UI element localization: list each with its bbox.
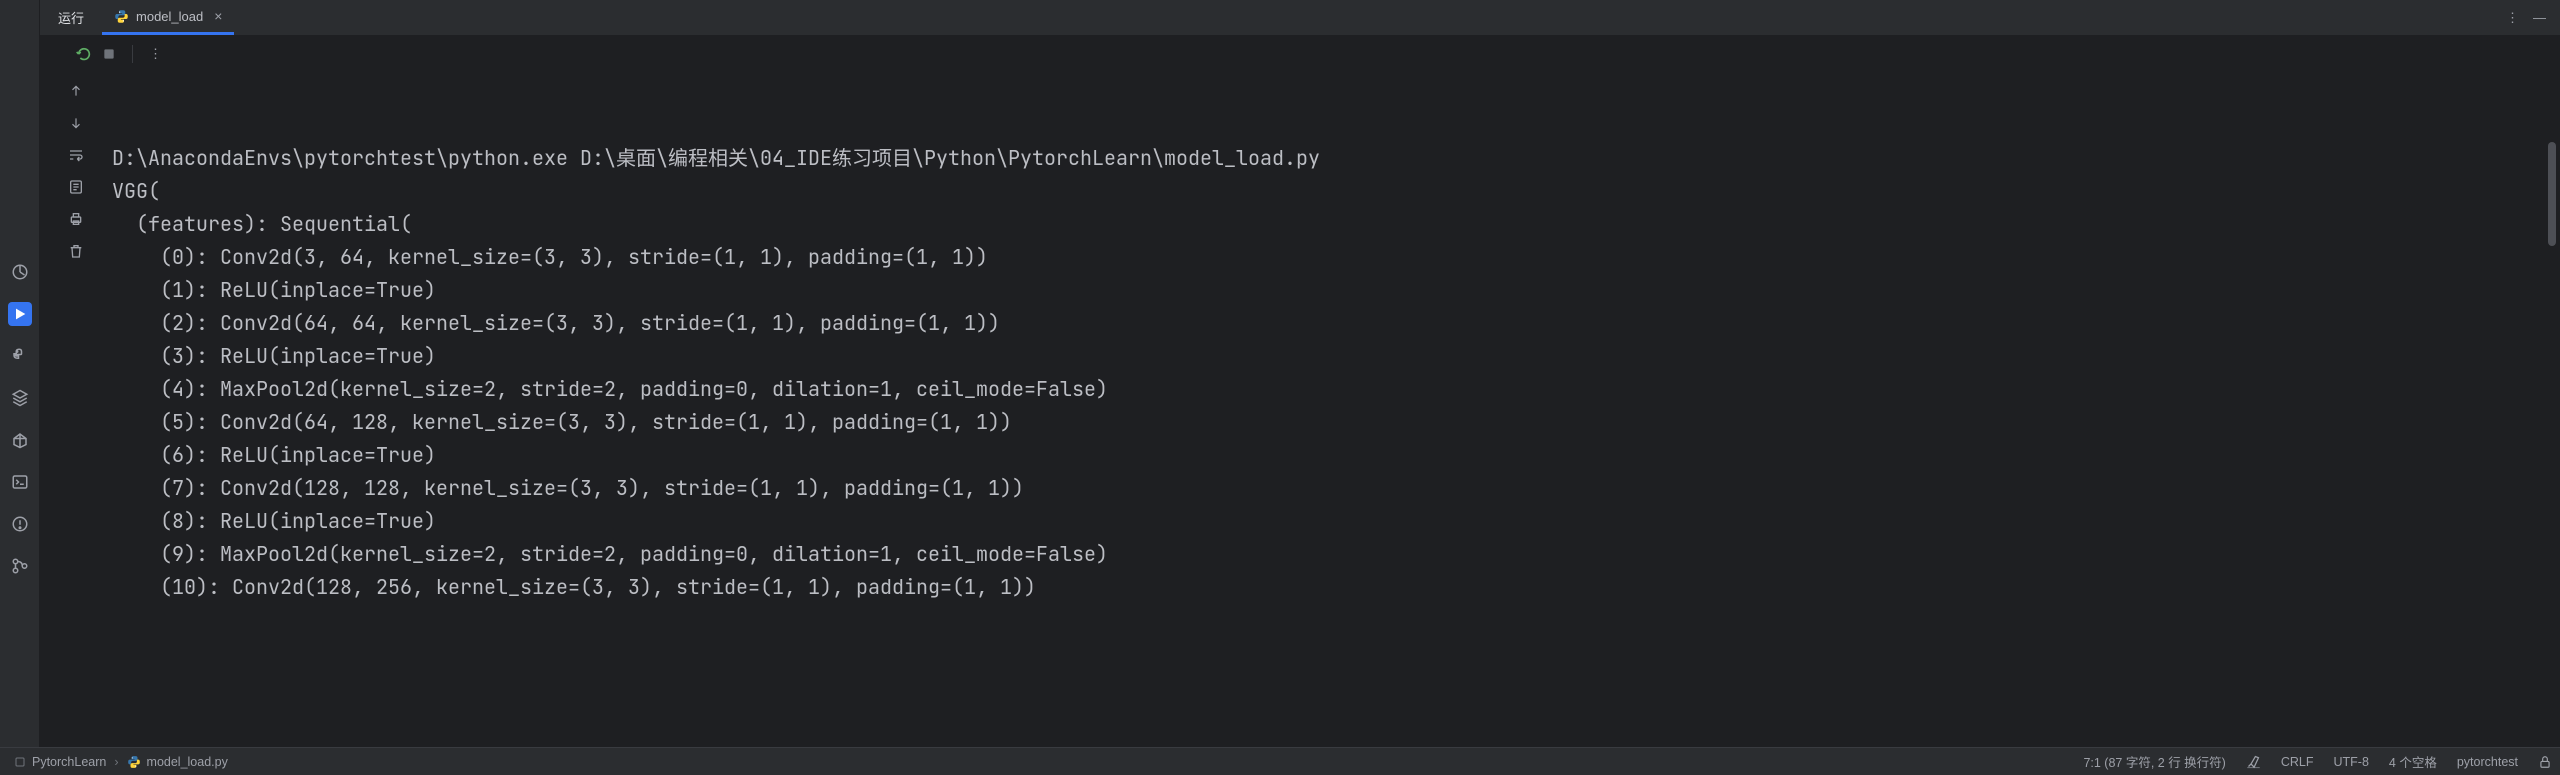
current-file[interactable]: model_load.py xyxy=(147,755,228,769)
minimize-icon[interactable]: — xyxy=(2533,10,2546,25)
more-vertical-icon[interactable]: ⋮ xyxy=(149,46,162,62)
profiler-icon[interactable] xyxy=(8,260,32,284)
python-console-icon[interactable] xyxy=(8,344,32,368)
scrollbar-thumb[interactable] xyxy=(2548,142,2556,246)
console-line: (10): Conv2d(128, 256, kernel_size=(3, 3… xyxy=(112,571,2560,604)
vcs-icon[interactable] xyxy=(8,554,32,578)
console-line: (9): MaxPool2d(kernel_size=2, stride=2, … xyxy=(112,538,2560,571)
problems-icon[interactable] xyxy=(8,512,32,536)
console-gutter xyxy=(40,72,112,747)
soft-wrap-icon[interactable] xyxy=(65,144,87,166)
run-panel-label: 运行 xyxy=(40,0,102,35)
console-line: (1): ReLU(inplace=True) xyxy=(112,274,2560,307)
print-icon[interactable] xyxy=(65,208,87,230)
file-encoding[interactable]: UTF-8 xyxy=(2334,755,2369,769)
console-line: (8): ReLU(inplace=True) xyxy=(112,505,2560,538)
console-line: (3): ReLU(inplace=True) xyxy=(112,340,2560,373)
cursor-position[interactable]: 7:1 (87 字符, 2 行 换行符) xyxy=(2083,752,2225,771)
console-line: (4): MaxPool2d(kernel_size=2, stride=2, … xyxy=(112,373,2560,406)
console-output[interactable]: D:\AnacondaEnvs\pytorchtest\python.exe D… xyxy=(112,72,2560,747)
indent-setting[interactable]: 4 个空格 xyxy=(2389,752,2437,771)
console-line: (features): Sequential( xyxy=(112,208,2560,241)
stop-icon[interactable] xyxy=(102,47,116,61)
lock-icon[interactable] xyxy=(2538,755,2552,769)
run-tab-bar: 运行 model_load × ⋮ — xyxy=(40,0,2560,36)
run-icon[interactable] xyxy=(8,302,32,326)
more-vertical-icon[interactable]: ⋮ xyxy=(2506,10,2519,26)
console-line: VGG( xyxy=(112,175,2560,208)
scrollbar[interactable] xyxy=(2548,76,2558,747)
python-file-icon xyxy=(114,9,129,24)
console-line: (7): Conv2d(128, 128, kernel_size=(3, 3)… xyxy=(112,472,2560,505)
terminal-icon[interactable] xyxy=(8,470,32,494)
left-tool-rail xyxy=(0,0,40,747)
python-interpreter[interactable]: pytorchtest xyxy=(2457,755,2518,769)
console-line: D:\AnacondaEnvs\pytorchtest\python.exe D… xyxy=(112,142,2560,175)
arrow-up-icon[interactable] xyxy=(65,80,87,102)
highlight-icon[interactable] xyxy=(2246,754,2261,769)
tab-model-load[interactable]: model_load × xyxy=(102,0,234,35)
console-line: (0): Conv2d(3, 64, kernel_size=(3, 3), s… xyxy=(112,241,2560,274)
chevron-right-icon: › xyxy=(114,755,118,769)
console-line: (5): Conv2d(64, 128, kernel_size=(3, 3),… xyxy=(112,406,2560,439)
rerun-icon[interactable] xyxy=(76,46,92,62)
services-icon[interactable] xyxy=(8,428,32,452)
scroll-to-end-icon[interactable] xyxy=(65,176,87,198)
line-separator[interactable]: CRLF xyxy=(2281,755,2314,769)
module-icon xyxy=(14,756,26,768)
arrow-down-icon[interactable] xyxy=(65,112,87,134)
trash-icon[interactable] xyxy=(65,240,87,262)
packages-icon[interactable] xyxy=(8,386,32,410)
tab-label: model_load xyxy=(136,9,203,24)
status-bar: PytorchLearn › model_load.py 7:1 (87 字符,… xyxy=(0,747,2560,775)
project-name[interactable]: PytorchLearn xyxy=(32,755,106,769)
run-toolbar: ⋮ xyxy=(40,36,2560,72)
console-line: (2): Conv2d(64, 64, kernel_size=(3, 3), … xyxy=(112,307,2560,340)
python-file-icon xyxy=(127,755,141,769)
console-line: (6): ReLU(inplace=True) xyxy=(112,439,2560,472)
divider xyxy=(132,45,133,63)
close-icon[interactable]: × xyxy=(214,8,222,24)
